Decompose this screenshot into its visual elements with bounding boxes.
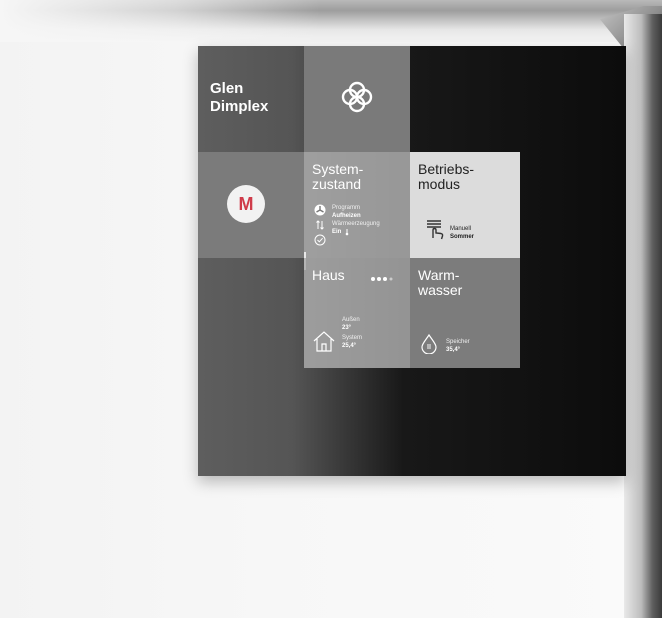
check-icon [314, 234, 326, 246]
device-right-rail [624, 14, 662, 618]
warmwasser-title: Warm- wasser [418, 268, 462, 298]
warmwasser-title-line1: Warm- [418, 267, 460, 283]
house-icon [313, 331, 335, 352]
logo-tile [304, 46, 410, 152]
betriebsmodus-tile[interactable]: Betriebs- modus Manuell Sommer [410, 152, 520, 258]
systemzustand-title: System- zustand [312, 162, 363, 192]
more-dots-icon[interactable] [370, 276, 396, 282]
drop-icon [421, 334, 437, 354]
mode-tile[interactable]: M [198, 152, 304, 258]
betrieb-mode-value: Sommer [450, 234, 475, 240]
program-label: Programm [332, 205, 361, 211]
device-top-edge-fade [0, 0, 320, 42]
brand-line-1: Glen [210, 80, 244, 97]
heat-value: Ein [332, 229, 342, 235]
storage-value: 35,4° [446, 347, 461, 353]
mode-indicator-button[interactable]: M [227, 185, 265, 223]
systemzustand-title-line2: zustand [312, 176, 362, 192]
betriebsmodus-title: Betriebs- modus [418, 162, 474, 192]
systemzustand-title-line1: System- [312, 161, 364, 177]
haus-system-value: 25,4° [342, 343, 357, 349]
storage-label: Speicher [446, 339, 470, 345]
brand-logo-text: Glen Dimplex [210, 80, 268, 116]
heat-label: Wärmeerzeugung [332, 221, 380, 227]
warmwasser-tile[interactable]: Warm- wasser Speicher 35,4° [410, 258, 520, 368]
systemzustand-tile[interactable]: System- zustand Programm Aufheizen Wärme… [304, 152, 410, 258]
thermometer-icon [345, 229, 349, 236]
haus-title: Haus [312, 267, 345, 283]
brand-line-2: Dimplex [210, 98, 269, 115]
betriebsmodus-title-line2: modus [418, 176, 461, 192]
betriebsmodus-title-line1: Betriebs- [418, 161, 475, 177]
outside-label: Außen [342, 317, 360, 323]
control-panel: Glen Dimplex M System- zustand Programm … [198, 46, 626, 476]
haus-system-label: System [342, 335, 363, 341]
outside-value: 23° [342, 325, 352, 331]
fan-icon [314, 204, 326, 216]
arrows-icon [316, 220, 324, 230]
warmwasser-title-line2: wasser [418, 282, 463, 298]
celtic-knot-icon [341, 81, 373, 113]
haus-tile[interactable]: Haus Außen 23° System 25,4° [304, 258, 410, 368]
betrieb-mode-label: Manuell [450, 226, 472, 232]
program-value: Aufheizen [332, 213, 361, 219]
hand-icon [427, 220, 444, 240]
